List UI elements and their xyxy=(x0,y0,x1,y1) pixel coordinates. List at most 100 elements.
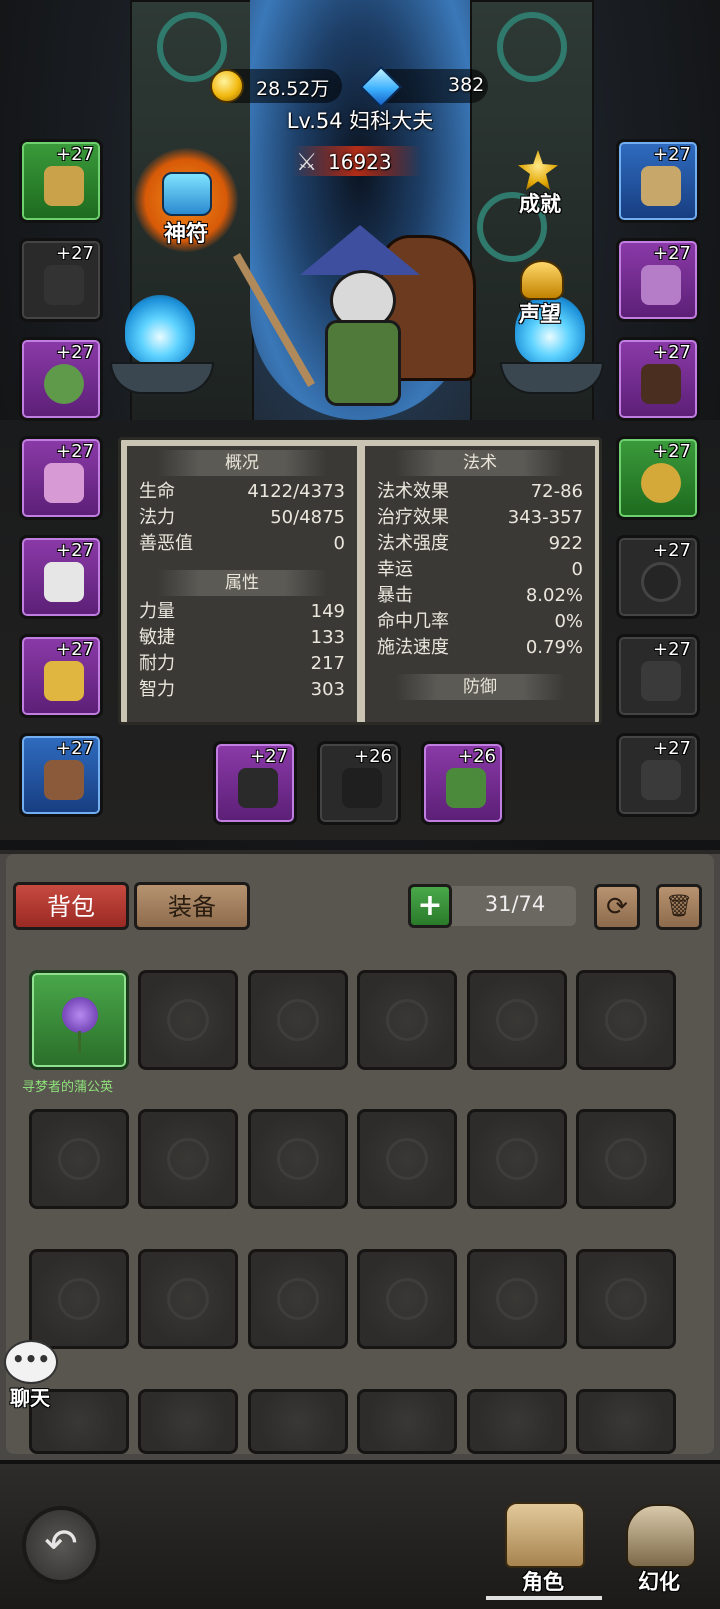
inventory-slot-empty[interactable] xyxy=(357,1109,457,1209)
equip-slot-chest[interactable]: +27 xyxy=(19,436,103,520)
stat-row: 生命 4122/4373 xyxy=(139,479,345,505)
equip-slot-boots[interactable]: +27 xyxy=(616,337,700,421)
inventory-slot-empty[interactable] xyxy=(248,1109,348,1209)
inventory-slot-empty[interactable] xyxy=(29,1109,129,1209)
enhance-level: +27 xyxy=(56,342,94,363)
enhance-level: +27 xyxy=(56,144,94,165)
stat-label: 敏捷 xyxy=(139,627,175,648)
gold-coin-icon xyxy=(210,69,244,103)
stat-row: 暴击 8.02% xyxy=(377,583,583,609)
nav-transform-label[interactable]: 幻化 xyxy=(614,1566,704,1596)
equip-slot-legs[interactable]: +27 xyxy=(616,238,700,322)
crossed-swords-icon: ⚔ xyxy=(296,148,318,176)
stat-row: 命中几率 0% xyxy=(377,609,583,635)
stat-value: 0 xyxy=(571,559,583,580)
brazier-left xyxy=(110,362,214,394)
gem-amount: 382 xyxy=(448,74,485,96)
stat-row: 幸运 0 xyxy=(377,557,583,583)
inventory-slot-empty[interactable] xyxy=(467,1249,567,1349)
inventory-slot-empty[interactable] xyxy=(576,1109,676,1209)
hero-body xyxy=(325,320,401,406)
enhance-level: +27 xyxy=(653,540,691,561)
spell-header: 法术 xyxy=(395,450,565,476)
cloak-icon xyxy=(44,562,84,602)
equip-slot-offhand[interactable]: +26 xyxy=(317,741,401,825)
equip-slot-mainhand[interactable]: +27 xyxy=(19,733,103,817)
reputation-horn-icon[interactable] xyxy=(520,260,564,300)
inventory-slot-empty[interactable] xyxy=(467,1109,567,1209)
equip-slot-shoulder[interactable]: +27 xyxy=(19,337,103,421)
enhance-level: +27 xyxy=(56,738,94,759)
equip-slot-bracer[interactable]: +27 xyxy=(19,634,103,718)
inventory-slot-empty[interactable] xyxy=(138,1109,238,1209)
equip-slot-gloves[interactable]: +27 xyxy=(616,139,700,223)
equip-slot-trinket1[interactable]: +27 xyxy=(616,634,700,718)
achievement-label[interactable]: 成就 xyxy=(504,188,576,218)
reputation-label[interactable]: 声望 xyxy=(504,298,576,328)
stat-value: 149 xyxy=(310,601,345,622)
swirl-ornament xyxy=(497,12,567,82)
stat-value: 133 xyxy=(310,627,345,648)
equip-slot-ring2[interactable]: +27 xyxy=(616,535,700,619)
inventory-slot-empty[interactable] xyxy=(576,970,676,1070)
stats-panel: 概况 生命 4122/4373 法力 50/4875 善恶值 0 属性 力量 149 敏… xyxy=(118,437,602,725)
stat-label: 智力 xyxy=(139,679,175,700)
enhance-level: +27 xyxy=(56,441,94,462)
inventory-slot-empty[interactable] xyxy=(138,970,238,1070)
inventory-slot-empty[interactable] xyxy=(576,1389,676,1454)
inventory-slot-empty[interactable] xyxy=(467,1389,567,1454)
stat-label: 生命 xyxy=(139,481,175,502)
enhance-level: +27 xyxy=(56,243,94,264)
defense-header: 防御 xyxy=(395,674,565,700)
hero-character[interactable] xyxy=(233,215,480,415)
inventory-slot-empty[interactable] xyxy=(138,1249,238,1349)
inventory-slot-empty[interactable] xyxy=(357,1389,457,1454)
rune-label: 神符 xyxy=(163,222,208,247)
stat-row: 善恶值 0 xyxy=(139,531,345,557)
chat-bubble-icon[interactable]: ••• xyxy=(4,1340,58,1384)
chat-label[interactable]: 聊天 xyxy=(2,1382,58,1411)
equip-slot-cloak[interactable]: +27 xyxy=(19,535,103,619)
inventory-slot-empty[interactable] xyxy=(467,970,567,1070)
stat-label: 幸运 xyxy=(377,559,413,580)
boots-icon xyxy=(641,364,681,404)
player-level-name: Lv.54 妇科大夫 xyxy=(286,109,434,133)
equip-slot-weapon[interactable]: +27 xyxy=(213,741,297,825)
ring-icon xyxy=(641,562,681,602)
equip-slot-trinket2[interactable]: +27 xyxy=(616,733,700,817)
stat-value: 217 xyxy=(310,653,345,674)
viking-helmet-icon[interactable] xyxy=(505,1502,585,1568)
stat-label: 治疗效果 xyxy=(377,507,449,528)
shield-icon xyxy=(342,768,382,808)
gloves-icon xyxy=(641,166,681,206)
wand-icon xyxy=(446,768,486,808)
stat-row: 智力 303 xyxy=(139,677,345,703)
inventory-slot-empty[interactable] xyxy=(357,970,457,1070)
overview-header: 概况 xyxy=(157,450,327,476)
nav-role-label[interactable]: 角色 xyxy=(497,1566,589,1596)
inventory-slot-empty[interactable] xyxy=(576,1249,676,1349)
back-arrow-icon[interactable]: ↶ xyxy=(22,1506,100,1584)
equip-slot-helmet[interactable]: +27 xyxy=(19,139,103,223)
rune-icon xyxy=(162,172,212,216)
necklace-icon xyxy=(44,265,84,305)
enhance-level: +26 xyxy=(458,746,496,767)
enhance-level: +27 xyxy=(56,639,94,660)
inventory-item-dandelion[interactable] xyxy=(29,970,129,1070)
transmog-icon[interactable] xyxy=(626,1504,696,1568)
stat-row: 施法速度 0.79% xyxy=(377,635,583,661)
enhance-level: +27 xyxy=(653,639,691,660)
equip-slot-necklace[interactable]: +27 xyxy=(19,238,103,322)
enhance-level: +27 xyxy=(653,144,691,165)
inventory-slot-empty[interactable] xyxy=(248,970,348,1070)
bottom-nav: ↶ 角色 幻化 xyxy=(0,1460,720,1609)
stat-label: 施法速度 xyxy=(377,637,449,658)
inventory-slot-empty[interactable] xyxy=(248,1389,348,1454)
inventory-slot-empty[interactable] xyxy=(138,1389,238,1454)
inventory-slot-empty[interactable] xyxy=(248,1249,348,1349)
inventory-slot-empty[interactable] xyxy=(29,1249,129,1349)
stat-value: 0.79% xyxy=(525,637,583,658)
equip-slot-ring1[interactable]: +27 xyxy=(616,436,700,520)
inventory-slot-empty[interactable] xyxy=(357,1249,457,1349)
equip-slot-ranged[interactable]: +26 xyxy=(421,741,505,825)
